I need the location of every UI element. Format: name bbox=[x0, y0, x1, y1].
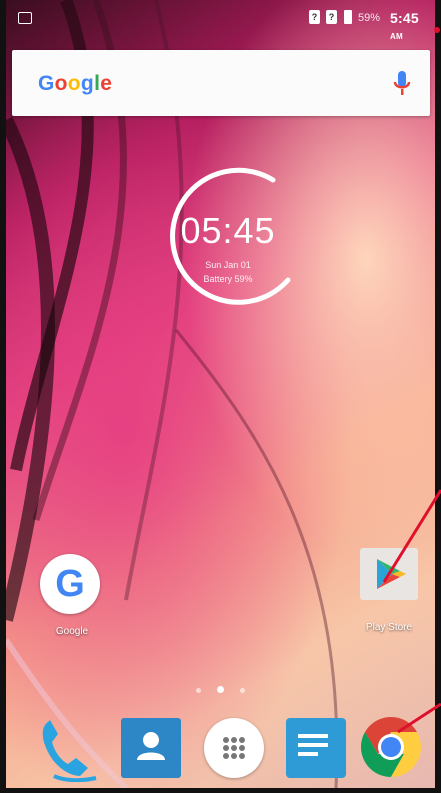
status-time: 5:45 AM bbox=[390, 10, 419, 41]
page-dot bbox=[196, 688, 201, 693]
microphone-icon[interactable] bbox=[392, 69, 412, 99]
google-logo-letter: g bbox=[80, 72, 95, 95]
google-logo[interactable]: Google bbox=[38, 72, 112, 96]
sim2-icon: ? bbox=[326, 10, 337, 24]
messages-icon[interactable] bbox=[286, 718, 346, 778]
page-dot-active bbox=[217, 686, 224, 693]
google-app-icon[interactable]: G Google bbox=[40, 554, 104, 654]
clock-time: 05:45 bbox=[180, 210, 276, 251]
status-bar: ? ? 59% 5:45 AM bbox=[6, 0, 435, 41]
screenshot-icon bbox=[18, 12, 32, 24]
home-screen: ? ? 59% 5:45 AM Google 05:45 Sun Jan 01 … bbox=[6, 0, 435, 788]
clock-date: Sun Jan 01 bbox=[205, 260, 251, 270]
app-drawer-icon[interactable] bbox=[204, 718, 264, 778]
google-g-icon: G bbox=[40, 554, 100, 614]
google-search-bar[interactable]: Google bbox=[12, 50, 430, 116]
page-indicator bbox=[6, 680, 435, 698]
google-logo-letter: o bbox=[54, 72, 68, 95]
google-logo-letter: e bbox=[100, 72, 113, 95]
dock bbox=[6, 700, 435, 788]
battery-icon bbox=[344, 10, 352, 24]
sim1-icon: ? bbox=[309, 10, 320, 24]
page-dot bbox=[240, 688, 245, 693]
play-store-label: Play Store bbox=[365, 622, 413, 633]
google-logo-letter: o bbox=[67, 72, 81, 95]
clock-battery: Battery 59% bbox=[203, 274, 253, 284]
wallpaper bbox=[6, 0, 339, 788]
play-store-app-icon[interactable]: Play Store bbox=[354, 548, 424, 648]
google-app-label: Google bbox=[55, 626, 89, 637]
google-logo-letter: G bbox=[38, 72, 55, 95]
clock-widget[interactable]: 05:45 Sun Jan 01 Battery 59% bbox=[148, 160, 308, 320]
battery-percent: 59% bbox=[358, 12, 381, 24]
phone-icon[interactable] bbox=[34, 716, 98, 782]
play-store-icon bbox=[360, 548, 418, 600]
contacts-icon[interactable] bbox=[121, 718, 181, 778]
chrome-icon[interactable] bbox=[358, 714, 424, 780]
